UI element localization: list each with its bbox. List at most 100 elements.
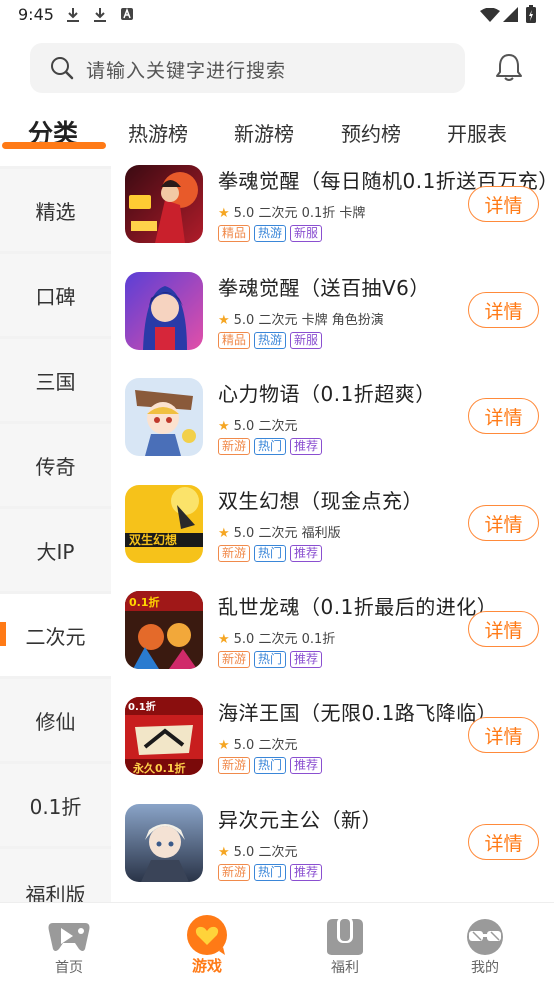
svg-text:0.1折: 0.1折 (128, 700, 156, 713)
game-meta: ★ 5.0 二次元 福利版 (218, 522, 341, 541)
star-icon: ★ (218, 206, 230, 221)
tag-list: 精品 热游 新服 (218, 225, 323, 242)
tag-badge: 新游 (218, 545, 251, 562)
game-cover-image (125, 378, 203, 456)
sidebar-item-label: 福利版 (25, 883, 86, 902)
battery-icon (526, 5, 536, 23)
nav-item-games[interactable]: 游戏 (152, 903, 262, 984)
game-list-item[interactable]: 拳魂觉醒（每日随机0.1折送百万充） ★ 5.0 二次元 0.1折 卡牌 精品 热… (111, 165, 554, 271)
game-cover-image: 双生幻想 (125, 485, 203, 563)
game-rating: 5.0 (233, 419, 255, 434)
detail-button[interactable]: 详情 (468, 611, 539, 647)
game-genres: 二次元 0.1折 (258, 632, 336, 647)
status-time: 9:45 (18, 5, 54, 24)
game-list-item[interactable]: 0.1折 乱世龙魂（0.1折最后的进化） ★ 5.0 二次元 0.1折 新游 热门… (111, 591, 554, 697)
download-icon (67, 8, 79, 22)
game-rating: 5.0 (233, 738, 255, 753)
tag-badge: 新游 (218, 757, 251, 774)
games-icon (187, 915, 227, 955)
sidebar-item[interactable]: 修仙 (0, 679, 111, 761)
tag-badge: 热门 (254, 757, 287, 774)
tab-new-games[interactable]: 新游榜 (234, 118, 294, 147)
search-icon (51, 57, 74, 80)
nav-label: 我的 (471, 960, 499, 976)
detail-button[interactable]: 详情 (468, 505, 539, 541)
sidebar-item[interactable]: 福利版 (0, 849, 111, 902)
tag-badge: 热门 (254, 438, 287, 455)
tag-badge: 新服 (290, 332, 323, 349)
tab-server-schedule[interactable]: 开服表 (447, 118, 507, 147)
sidebar-item-active[interactable]: 二次元 (0, 594, 111, 676)
game-title: 心力物语（0.1折超爽） (218, 382, 436, 406)
game-list-item[interactable]: 拳魂觉醒（送百抽V6） ★ 5.0 二次元 卡牌 角色扮演 精品 热游 新服 详情 (111, 272, 554, 378)
game-list-item[interactable]: 双生幻想 双生幻想（现金点充） ★ 5.0 二次元 福利版 新游 热门 推荐 详情 (111, 485, 554, 591)
nav-label: 游戏 (191, 957, 222, 975)
game-cover-image: 0.1折 (125, 591, 203, 669)
game-meta: ★ 5.0 二次元 0.1折 (218, 628, 335, 647)
game-rating: 5.0 (233, 526, 255, 541)
tab-reservation[interactable]: 预约榜 (341, 118, 401, 147)
download-icon (94, 8, 106, 22)
game-title: 异次元主公（新） (218, 808, 382, 832)
game-genres: 二次元 (258, 845, 298, 860)
game-title: 双生幻想（现金点充） (218, 489, 423, 513)
star-icon: ★ (218, 845, 230, 860)
star-icon: ★ (218, 632, 230, 647)
game-meta: ★ 5.0 二次元 (218, 415, 298, 434)
tag-badge: 新游 (218, 864, 251, 881)
detail-button[interactable]: 详情 (468, 292, 539, 328)
tag-badge: 新游 (218, 651, 251, 668)
sidebar-item[interactable]: 0.1折 (0, 764, 111, 846)
game-meta: ★ 5.0 二次元 卡牌 角色扮演 (218, 309, 384, 328)
svg-text:双生幻想: 双生幻想 (129, 532, 177, 547)
nav-item-welfare[interactable]: 福利 (290, 903, 400, 984)
sidebar-item-label: 二次元 (25, 624, 86, 649)
game-genres: 二次元 (258, 738, 298, 753)
tag-badge: 热游 (254, 332, 287, 349)
game-list-item[interactable]: 异次元主公（新） ★ 5.0 二次元 新游 热门 推荐 详情 (111, 804, 554, 910)
game-genres: 二次元 0.1折 卡牌 (258, 206, 366, 221)
game-cover-image (125, 272, 203, 350)
game-title: 海洋王国（无限0.1路飞降临） (218, 701, 498, 725)
search-input[interactable]: 请输入关键字进行搜索 (30, 43, 465, 93)
game-list-item[interactable]: 心力物语（0.1折超爽） ★ 5.0 二次元 新游 热门 推荐 详情 (111, 378, 554, 484)
game-title: 乱世龙魂（0.1折最后的进化） (218, 595, 498, 619)
nav-label: 福利 (331, 960, 359, 976)
tab-active-indicator (2, 142, 106, 149)
tab-hot-games[interactable]: 热游榜 (128, 118, 188, 147)
tag-list: 精品 热游 新服 (218, 332, 323, 349)
sidebar-item[interactable]: 精选 (0, 169, 111, 251)
tag-list: 新游 热门 推荐 (218, 864, 323, 881)
sidebar-item[interactable]: 口碑 (0, 254, 111, 336)
detail-button[interactable]: 详情 (468, 717, 539, 753)
game-genres: 二次元 卡牌 角色扮演 (258, 313, 384, 328)
nav-item-profile[interactable]: 我的 (430, 903, 540, 984)
sidebar-item[interactable]: 大IP (0, 509, 111, 591)
tag-badge: 热门 (254, 545, 287, 562)
bell-icon[interactable] (494, 52, 524, 82)
tag-badge: 热门 (254, 651, 287, 668)
game-cover-image (125, 804, 203, 882)
tag-badge: 推荐 (290, 438, 323, 455)
tag-badge: 精品 (218, 332, 251, 349)
tag-badge: 新游 (218, 438, 251, 455)
game-rating: 5.0 (233, 313, 255, 328)
active-marker (0, 622, 6, 646)
nav-item-home[interactable]: 首页 (14, 903, 124, 984)
sidebar-item[interactable]: 三国 (0, 339, 111, 421)
category-sidebar: 精选 口碑 三国 传奇 大IP 二次元 修仙 0.1折 福利版 (0, 166, 111, 902)
tag-badge: 推荐 (290, 651, 323, 668)
wifi-icon (480, 8, 500, 22)
star-icon: ★ (218, 419, 230, 434)
tag-badge: 推荐 (290, 545, 323, 562)
bottom-nav: 首页 游戏 福利 我的 (0, 902, 554, 984)
detail-button[interactable]: 详情 (468, 186, 539, 222)
game-rating: 5.0 (233, 206, 255, 221)
status-bar: 9:45 (0, 0, 554, 32)
tag-list: 新游 热门 推荐 (218, 651, 323, 668)
svg-text:0.1折: 0.1折 (129, 595, 160, 609)
detail-button[interactable]: 详情 (468, 824, 539, 860)
detail-button[interactable]: 详情 (468, 398, 539, 434)
game-list-item[interactable]: 0.1折 永久0.1折 海洋王国（无限0.1路飞降临） ★ 5.0 二次元 新游 热… (111, 697, 554, 803)
sidebar-item[interactable]: 传奇 (0, 424, 111, 506)
